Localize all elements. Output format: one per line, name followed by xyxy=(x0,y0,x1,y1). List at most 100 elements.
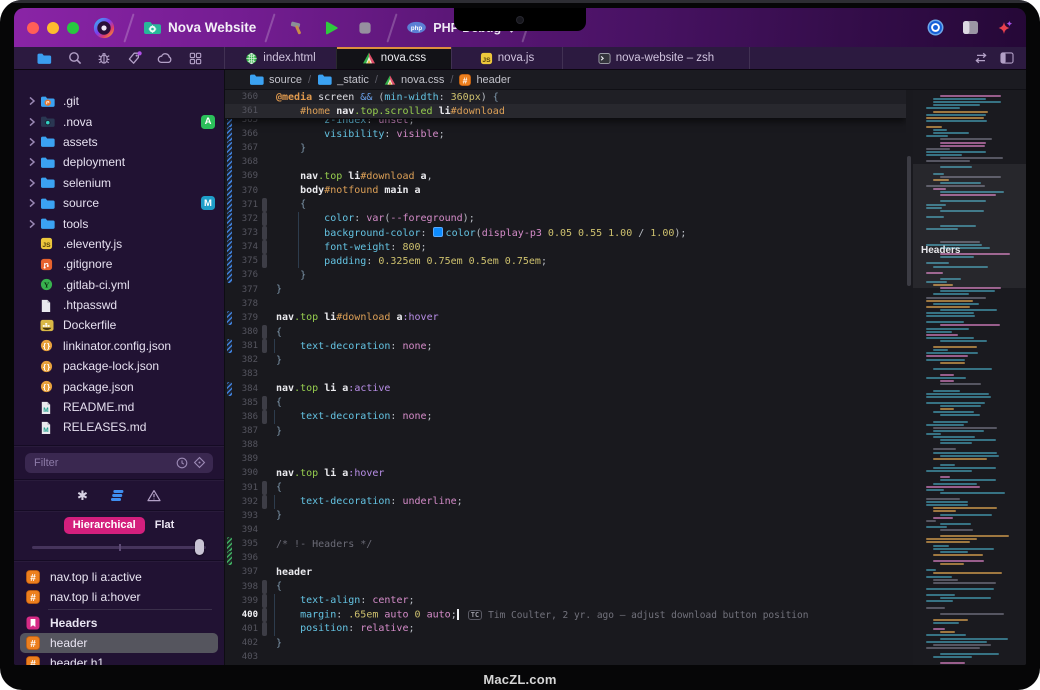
fold-indicator[interactable] xyxy=(262,212,267,226)
symbol-nav-top-li-a-hover[interactable]: #nav.top li a:hover xyxy=(14,587,224,607)
tree-item--htpasswd[interactable]: .htpasswd xyxy=(14,295,224,315)
code-line-377[interactable]: 377} xyxy=(225,283,906,297)
fold-indicator[interactable] xyxy=(262,580,267,594)
code-editor[interactable]: 365 z-index: unset;366 visibility: visib… xyxy=(225,90,906,665)
code-line-393[interactable]: 393} xyxy=(225,509,906,523)
code-line-383[interactable]: 383 xyxy=(225,367,906,381)
layers-icon[interactable] xyxy=(110,489,125,502)
chevron-right-icon[interactable] xyxy=(24,96,40,106)
fold-indicator[interactable] xyxy=(262,495,267,509)
fold-indicator[interactable] xyxy=(262,594,267,608)
code-line-380[interactable]: 380{ xyxy=(225,325,906,339)
code-line-403[interactable]: 403 xyxy=(225,650,906,664)
panel-icon[interactable] xyxy=(1000,52,1014,64)
code-line-386[interactable]: 386 text-decoration: none; xyxy=(225,410,906,424)
grid-icon[interactable] xyxy=(189,52,202,65)
code-line-404[interactable]: 404header h1 xyxy=(225,664,906,665)
chevron-right-icon[interactable] xyxy=(24,219,40,229)
code-line-370[interactable]: 370 body#notfound main a xyxy=(225,184,906,198)
code-line-400[interactable]: 400 margin: .65em auto 0 auto;TCTim Coul… xyxy=(225,608,906,622)
code-line-402[interactable]: 402} xyxy=(225,636,906,650)
code-line-366[interactable]: 366 visibility: visible; xyxy=(225,127,906,141)
code-line-381[interactable]: 381 text-decoration: none; xyxy=(225,339,906,353)
bug-icon[interactable] xyxy=(97,51,111,65)
zoom-button[interactable] xyxy=(67,22,79,34)
close-button[interactable] xyxy=(27,22,39,34)
flat-option[interactable]: Flat xyxy=(155,519,175,531)
tree-item-source[interactable]: sourceM xyxy=(14,193,224,213)
tree-item-deployment[interactable]: deployment xyxy=(14,152,224,172)
tree-item-dockerfile[interactable]: Dockerfile xyxy=(14,315,224,335)
chevron-right-icon[interactable] xyxy=(24,117,40,127)
filter-input[interactable] xyxy=(32,456,171,470)
fold-indicator[interactable] xyxy=(262,339,267,353)
fold-indicator[interactable] xyxy=(262,325,267,339)
tree-item--git[interactable]: .git xyxy=(14,91,224,111)
fold-indicator[interactable] xyxy=(262,608,267,622)
all-symbols-icon[interactable]: ✱ xyxy=(77,489,88,502)
symbol-header[interactable]: #header xyxy=(14,633,224,653)
tab-nova-js[interactable]: JSnova.js xyxy=(451,47,562,69)
code-line-379[interactable]: 379nav.top li#download a:hover xyxy=(225,311,906,325)
breadcrumb-item[interactable]: nova.css xyxy=(384,74,444,86)
code-line-374[interactable]: 374 font-weight: 800; xyxy=(225,240,906,254)
code-line-395[interactable]: 395/* !- Headers */ xyxy=(225,537,906,551)
tab-nova-website-zsh[interactable]: nova-website – zsh xyxy=(562,47,750,69)
code-line-367[interactable]: 367 } xyxy=(225,141,906,155)
code-line-390[interactable]: 390nav.top li a:hover xyxy=(225,466,906,480)
code-line-371[interactable]: 371 { xyxy=(225,198,906,212)
breadcrumb-item[interactable]: #header xyxy=(459,74,510,86)
project-switcher[interactable]: Nova Website xyxy=(143,20,256,36)
code-line-396[interactable]: 396 xyxy=(225,551,906,565)
tree-item--eleventy-js[interactable]: JS.eleventy.js xyxy=(14,234,224,254)
minimap[interactable]: Headers xyxy=(913,90,1026,665)
tree-item-package-lock-json[interactable]: {}package-lock.json xyxy=(14,356,224,376)
tree-item-readme-md[interactable]: MREADME.md xyxy=(14,397,224,417)
files-icon[interactable] xyxy=(36,52,52,65)
fold-indicator[interactable] xyxy=(262,396,267,410)
code-line-373[interactable]: 373 background-color: color(display-p3 0… xyxy=(225,226,906,240)
run-button[interactable] xyxy=(318,16,344,40)
tree-item--gitlab-ci-yml[interactable]: Y.gitlab-ci.yml xyxy=(14,275,224,295)
symbol-headers[interactable]: Headers xyxy=(14,612,224,632)
preview-button[interactable] xyxy=(926,18,945,37)
code-line-398[interactable]: 398{ xyxy=(225,580,906,594)
chevron-right-icon[interactable] xyxy=(24,137,40,147)
code-line-401[interactable]: 401 position: relative; xyxy=(225,622,906,636)
tree-item-linkinator-config-json[interactable]: {}linkinator.config.json xyxy=(14,336,224,356)
search-icon[interactable] xyxy=(68,51,82,65)
build-button[interactable] xyxy=(284,16,310,40)
chevron-right-icon[interactable] xyxy=(24,157,40,167)
tree-item--gitignore[interactable]: .gitignore xyxy=(14,254,224,274)
fold-indicator[interactable] xyxy=(262,410,267,424)
code-line-387[interactable]: 387} xyxy=(225,424,906,438)
depth-slider[interactable] xyxy=(32,539,206,555)
tag-filter-icon[interactable] xyxy=(193,456,206,469)
code-line-399[interactable]: 399 text-align: center; xyxy=(225,594,906,608)
symbol-nav-top-li-a-active[interactable]: #nav.top li a:active xyxy=(14,567,224,587)
slider-handle[interactable] xyxy=(195,539,204,555)
tab-nova-css[interactable]: nova.css xyxy=(336,47,451,69)
tree-item-assets[interactable]: assets xyxy=(14,132,224,152)
cloud-icon[interactable] xyxy=(157,52,173,64)
code-line-378[interactable]: 378 xyxy=(225,297,906,311)
hierarchical-option[interactable]: Hierarchical xyxy=(64,517,145,534)
fold-indicator[interactable] xyxy=(262,254,267,268)
chevron-right-icon[interactable] xyxy=(24,198,40,208)
fold-indicator[interactable] xyxy=(262,226,267,240)
code-line-397[interactable]: 397header xyxy=(225,565,906,579)
code-line-391[interactable]: 391{ xyxy=(225,481,906,495)
minimize-button[interactable] xyxy=(47,22,59,34)
symbol-header-h1[interactable]: #header h1 xyxy=(14,653,224,665)
code-line-392[interactable]: 392 text-decoration: underline; xyxy=(225,495,906,509)
breadcrumb-item[interactable]: source xyxy=(249,73,302,86)
fold-indicator[interactable] xyxy=(262,622,267,636)
tab-index-html[interactable]: index.html xyxy=(224,47,336,69)
chevron-right-icon[interactable] xyxy=(24,178,40,188)
scrollbar-thumb[interactable] xyxy=(907,156,911,286)
code-line-372[interactable]: 372 color: var(--foreground); xyxy=(225,212,906,226)
code-line-382[interactable]: 382} xyxy=(225,353,906,367)
code-line-376[interactable]: 376 } xyxy=(225,268,906,282)
color-swatch[interactable] xyxy=(433,227,443,237)
code-line-368[interactable]: 368 xyxy=(225,155,906,169)
